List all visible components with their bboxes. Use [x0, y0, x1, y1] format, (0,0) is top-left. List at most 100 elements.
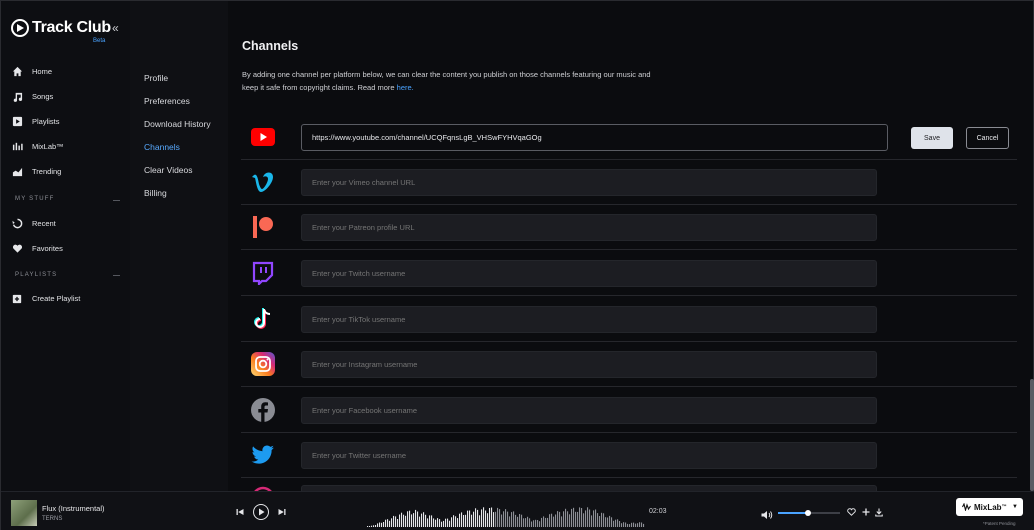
waveform-bar: [479, 515, 481, 527]
cancel-button[interactable]: Cancel: [966, 127, 1009, 149]
waveform-bar: [639, 522, 641, 527]
twitter-username-input[interactable]: [301, 442, 877, 469]
instagram-username-input[interactable]: [301, 351, 877, 378]
waveform-bar: [371, 525, 373, 527]
waveform-bar: [469, 510, 471, 527]
waveform-bar: [625, 522, 627, 527]
volume-knob[interactable]: [804, 510, 811, 516]
playlists-collapse[interactable]: [113, 275, 120, 276]
waveform-bar: [441, 521, 443, 527]
waveform-bar: [637, 523, 639, 527]
waveform-bar: [509, 516, 511, 527]
settings-item-download-history[interactable]: Download History: [144, 119, 211, 129]
waveform-bar: [447, 518, 449, 527]
patreon-profile-input[interactable]: [301, 214, 877, 241]
playback-time: 02:03: [649, 508, 667, 515]
chevron-down-icon: ▼: [1012, 504, 1018, 510]
trending-icon: [11, 166, 23, 178]
waveform-bar: [493, 512, 495, 527]
play-button[interactable]: [253, 504, 269, 520]
mixlab-icon: [11, 141, 23, 153]
youtube-channel-input[interactable]: [301, 124, 888, 151]
vimeo-channel-input[interactable]: [301, 169, 877, 196]
waveform-bar: [391, 518, 393, 527]
waveform-bar: [571, 508, 573, 527]
my-stuff-collapse[interactable]: [113, 200, 120, 201]
waveform-bar: [609, 515, 611, 527]
my-stuff-nav: Recent Favorites: [11, 211, 126, 261]
volume-icon[interactable]: [761, 507, 773, 525]
create-playlist-label: Create Playlist: [32, 294, 81, 303]
previous-track-icon[interactable]: [235, 507, 245, 517]
waveform-bar: [513, 511, 515, 527]
settings-item-preferences[interactable]: Preferences: [144, 96, 190, 106]
history-icon: [11, 218, 23, 230]
waveform-bar: [467, 510, 469, 527]
tiktok-username-input[interactable]: [301, 306, 877, 333]
waveform-bar: [381, 522, 383, 527]
main-scrollbar[interactable]: [1030, 379, 1034, 491]
waveform-bar: [579, 507, 581, 527]
waveform-bar: [455, 516, 457, 527]
waveform-bar: [627, 523, 629, 527]
waveform-bar: [581, 508, 583, 527]
page-title: Channels: [242, 39, 299, 53]
mixlab-wave-icon: [962, 503, 971, 511]
next-track-icon[interactable]: [277, 507, 287, 517]
waveform-bar: [379, 522, 381, 527]
sidebar-item-recent[interactable]: Recent: [11, 211, 126, 236]
channels-description: By adding one channel per platform below…: [242, 68, 662, 94]
settings-item-billing[interactable]: Billing: [144, 188, 167, 198]
waveform-bar: [445, 518, 447, 527]
sidebar-item-playlists[interactable]: Playlists: [11, 109, 126, 134]
sidebar-item-mixlab[interactable]: MixLab™: [11, 134, 126, 159]
my-stuff-heading: MY STUFF: [15, 196, 55, 202]
waveform-bar: [421, 513, 423, 527]
album-cover[interactable]: [11, 500, 37, 526]
instagram-icon: [251, 352, 275, 376]
twitch-username-input[interactable]: [301, 260, 877, 287]
collapse-sidebar-icon[interactable]: «: [112, 21, 119, 35]
waveform-bar: [399, 514, 401, 527]
waveform-scrubber[interactable]: [367, 502, 645, 528]
brand[interactable]: Track Club: [11, 19, 111, 37]
waveform-bar: [615, 519, 617, 527]
channel-row-instagram: [241, 341, 1017, 387]
download-icon[interactable]: [875, 508, 883, 519]
waveform-bar: [557, 511, 559, 527]
add-to-playlist-icon[interactable]: [862, 508, 870, 518]
waveform-bar: [605, 517, 607, 527]
settings-item-channels[interactable]: Channels: [144, 142, 180, 152]
youtube-icon: [251, 125, 275, 149]
sidebar-item-songs[interactable]: Songs: [11, 84, 126, 109]
sidebar-item-favorites[interactable]: Favorites: [11, 236, 126, 261]
waveform-bar: [535, 519, 537, 527]
waveform-bar: [395, 516, 397, 527]
waveform-bar: [617, 519, 619, 527]
save-button[interactable]: Save: [911, 127, 953, 149]
play-icon: [258, 508, 264, 516]
facebook-username-input[interactable]: [301, 397, 877, 424]
favorite-heart-icon[interactable]: [847, 508, 856, 518]
waveform-bar: [503, 511, 505, 527]
waveform-bar: [475, 508, 477, 527]
waveform-bar: [541, 517, 543, 527]
volume-slider[interactable]: [778, 510, 840, 516]
track-artist[interactable]: TERNS: [42, 516, 62, 522]
sidebar-item-trending[interactable]: Trending: [11, 159, 126, 184]
sidebar-item-home[interactable]: Home: [11, 59, 126, 84]
waveform-bar: [539, 521, 541, 527]
track-title[interactable]: Flux (Instrumental): [42, 504, 105, 513]
mixlab-button[interactable]: MixLab ™ ▼: [956, 498, 1023, 516]
read-more-link[interactable]: here.: [397, 83, 414, 92]
waveform-bar: [603, 513, 605, 527]
waveform-bar: [629, 524, 631, 527]
settings-item-clear-videos[interactable]: Clear Videos: [144, 165, 193, 175]
waveform-bar: [443, 520, 445, 527]
waveform-bar: [517, 516, 519, 527]
waveform-bar: [643, 523, 645, 527]
waveform-bar: [427, 518, 429, 527]
create-playlist-button[interactable]: Create Playlist: [11, 286, 126, 311]
settings-item-profile[interactable]: Profile: [144, 73, 168, 83]
twitter-icon: [251, 443, 275, 467]
